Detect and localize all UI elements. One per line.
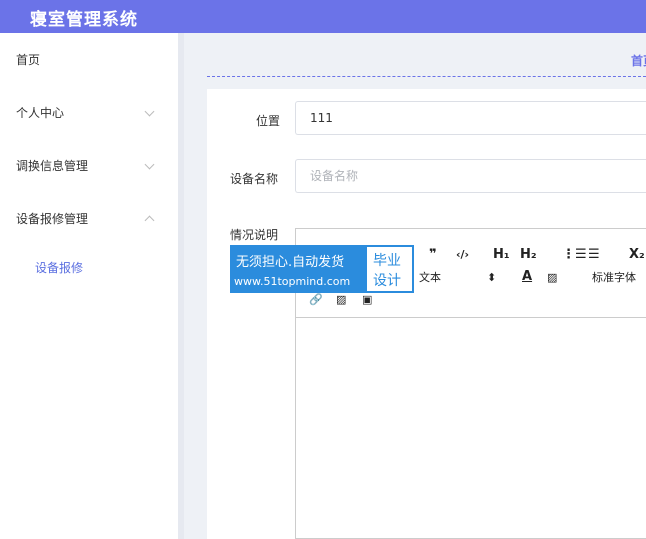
app-title: 寝室管理系统 xyxy=(30,10,138,30)
image-icon[interactable]: ▨ xyxy=(336,293,346,307)
sidebar-gutter xyxy=(178,33,184,539)
chevron-up-icon xyxy=(144,215,155,226)
link-icon[interactable]: 🔗 xyxy=(309,293,323,307)
font-color-button[interactable]: A xyxy=(522,270,532,284)
toolbar-divider xyxy=(296,317,646,318)
location-label: 位置 xyxy=(256,114,281,128)
sidebar-item-home[interactable]: 首页 xyxy=(0,33,178,85)
chevron-down-icon xyxy=(144,159,155,170)
select-arrow-icon: ⬍ xyxy=(487,271,497,284)
breadcrumb[interactable]: 首页 xyxy=(631,52,646,69)
watermark-banner: 无须担心.自动发货 www.51topmind.com 毕业 设计 xyxy=(230,245,414,293)
bullet-list-button[interactable]: ☰ xyxy=(588,248,600,262)
device-name-label: 设备名称 xyxy=(230,172,279,186)
ordered-list-button[interactable]: ⋮☰ xyxy=(562,248,587,262)
background-color-button[interactable]: ▨ xyxy=(547,271,557,285)
sidebar-item-label: 个人中心 xyxy=(16,106,65,120)
sidebar-item-swap-info[interactable]: 调换信息管理 xyxy=(0,139,178,191)
watermark-badge-line2: 设计 xyxy=(373,273,401,289)
device-name-input[interactable] xyxy=(295,159,646,193)
watermark-badge: 毕业 设计 xyxy=(367,247,412,291)
font-family-select[interactable]: 标准字体 xyxy=(592,271,636,285)
location-input[interactable] xyxy=(295,101,646,135)
watermark-badge-line1: 毕业 xyxy=(373,253,401,269)
sidebar-item-label: 设备报修管理 xyxy=(16,212,89,226)
sidebar-item-personal-center[interactable]: 个人中心 xyxy=(0,86,178,138)
heading-2-button[interactable]: H₂ xyxy=(520,248,537,262)
blockquote-button[interactable]: ❞ xyxy=(429,248,437,262)
code-block-button[interactable]: ‹/› xyxy=(456,248,469,262)
top-bar: 寝室管理系统 xyxy=(0,0,646,33)
watermark-site: www.51topmind.com xyxy=(234,275,351,288)
sidebar-item-label: 首页 xyxy=(16,53,41,67)
breadcrumb-divider xyxy=(207,76,646,77)
heading-1-button[interactable]: H₁ xyxy=(493,248,510,262)
video-icon[interactable]: ▣ xyxy=(362,293,372,307)
description-label: 情况说明 xyxy=(230,228,279,242)
sidebar-subitem-device-repair[interactable]: 设备报修 xyxy=(0,247,178,287)
watermark-slogan: 无须担心.自动发货 xyxy=(236,255,345,270)
sidebar-item-label: 调换信息管理 xyxy=(16,159,89,173)
chevron-down-icon xyxy=(144,106,155,117)
text-type-select[interactable]: 文本 xyxy=(419,271,441,285)
subscript-button[interactable]: X₂ xyxy=(629,248,645,262)
sidebar-subitem-label: 设备报修 xyxy=(35,261,84,275)
sidebar: 首页 个人中心 调换信息管理 设备报修管理 设备报修 xyxy=(0,33,178,539)
sidebar-item-repair-management[interactable]: 设备报修管理 xyxy=(0,192,178,244)
